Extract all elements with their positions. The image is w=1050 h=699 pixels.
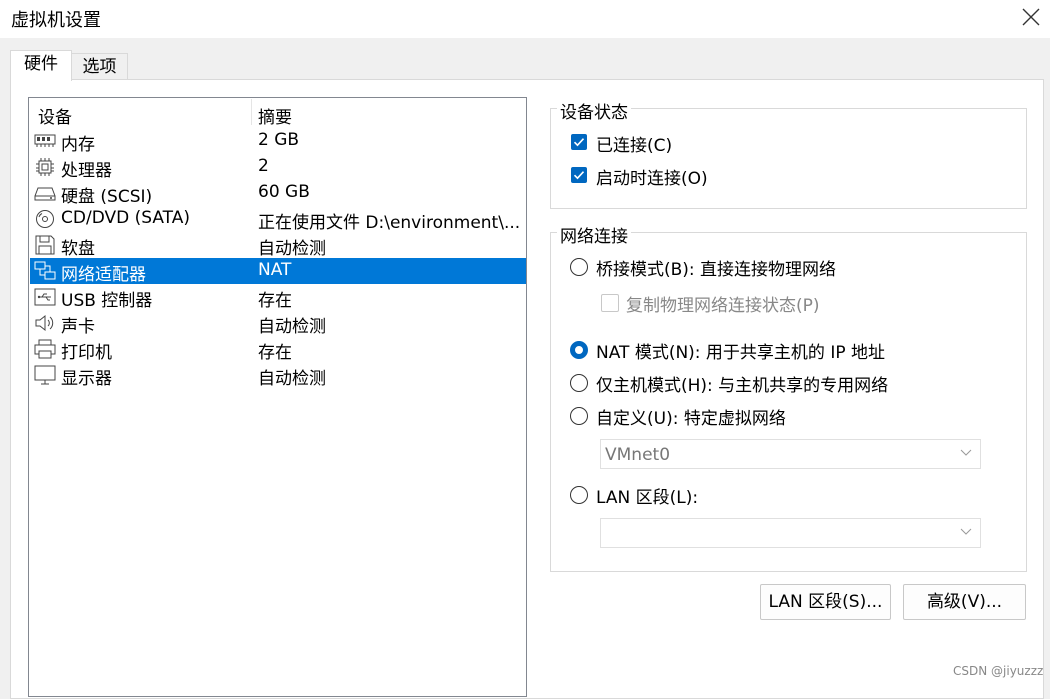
usb-icon: [34, 288, 56, 306]
close-button[interactable]: [1012, 0, 1050, 34]
device-name: 网络适配器: [61, 265, 146, 285]
device-name: USB 控制器: [61, 291, 153, 311]
monitor-icon: [34, 365, 56, 385]
device-summary: 存在: [258, 343, 292, 363]
window-title: 虚拟机设置: [11, 10, 101, 31]
cd-dvd-icon: [36, 210, 54, 228]
device-name: 显示器: [61, 369, 112, 389]
memory-icon: [34, 134, 56, 147]
harddisk-icon: [34, 187, 56, 201]
device-name: 内存: [61, 135, 95, 155]
host-only-label[interactable]: 仅主机模式(H): 与主机共享的专用网络: [596, 371, 888, 396]
chevron-down-icon: [960, 528, 972, 535]
floppy-icon: [35, 235, 55, 255]
lan-segments-button[interactable]: LAN 区段(S)...: [760, 584, 891, 620]
lan-segment-select[interactable]: [600, 518, 981, 548]
device-status-group: [550, 108, 1027, 209]
printer-icon: [34, 339, 56, 359]
custom-network-value: VMnet0: [605, 445, 671, 465]
close-icon: [1022, 8, 1040, 26]
device-summary: 60 GB: [258, 182, 310, 202]
advanced-button[interactable]: 高级(V)...: [903, 584, 1026, 620]
device-row-memory[interactable]: 内存 2 GB: [30, 128, 526, 155]
device-row-harddisk[interactable]: 硬盘 (SCSI) 60 GB: [30, 180, 526, 207]
device-row-processor[interactable]: 处理器 2: [30, 154, 526, 181]
column-header-summary[interactable]: 摘要: [258, 103, 292, 128]
check-icon: [573, 138, 585, 147]
nat-label[interactable]: NAT 模式(N): 用于共享主机的 IP 地址: [596, 338, 885, 363]
device-summary: NAT: [258, 260, 292, 280]
device-row-network-adapter[interactable]: 网络适配器 NAT: [30, 258, 526, 285]
custom-radio[interactable]: [570, 407, 588, 425]
device-summary: 自动检测: [258, 369, 326, 389]
device-row-floppy[interactable]: 软盘 自动检测: [30, 232, 526, 259]
host-only-radio[interactable]: [570, 374, 588, 392]
cpu-icon: [36, 158, 54, 176]
device-name: CD/DVD (SATA): [61, 208, 190, 228]
device-row-printer[interactable]: 打印机 存在: [30, 336, 526, 363]
network-connection-title: 网络连接: [557, 222, 631, 247]
device-name: 硬盘 (SCSI): [61, 187, 153, 207]
custom-network-select[interactable]: VMnet0: [600, 439, 981, 469]
device-row-cd-dvd[interactable]: CD/DVD (SATA) 正在使用文件 D:\environment\...: [30, 206, 526, 233]
tab-hardware[interactable]: 硬件: [10, 50, 72, 81]
device-name: 声卡: [61, 317, 95, 337]
device-summary: 2: [258, 156, 269, 176]
bridged-label[interactable]: 桥接模式(B): 直接连接物理网络: [596, 255, 836, 280]
device-name: 打印机: [61, 343, 112, 363]
device-name: 软盘: [61, 239, 95, 259]
device-summary: 存在: [258, 291, 292, 311]
device-summary: 2 GB: [258, 130, 300, 150]
device-summary: 正在使用文件 D:\environment\...: [258, 213, 520, 233]
device-row-display[interactable]: 显示器 自动检测: [30, 362, 526, 389]
nat-radio[interactable]: [570, 341, 588, 359]
device-row-usb[interactable]: USB 控制器 存在: [30, 284, 526, 311]
list-header: 设备 摘要: [29, 98, 526, 128]
device-status-title: 设备状态: [557, 98, 631, 123]
connected-label[interactable]: 已连接(C): [596, 131, 672, 156]
device-summary: 自动检测: [258, 239, 326, 259]
connect-at-power-on-checkbox[interactable]: [571, 167, 587, 183]
chevron-down-icon: [960, 449, 972, 456]
connect-at-power-on-label[interactable]: 启动时连接(O): [596, 164, 708, 189]
device-list[interactable]: 设备 摘要 内存 2 GB 处理器 2 硬盘 (SCSI) 60 GB CD/D…: [28, 97, 527, 697]
tab-options[interactable]: 选项: [72, 53, 128, 81]
lan-segment-label[interactable]: LAN 区段(L):: [596, 483, 698, 508]
connected-checkbox[interactable]: [571, 134, 587, 150]
device-row-sound[interactable]: 声卡 自动检测: [30, 310, 526, 337]
device-summary: 自动检测: [258, 317, 326, 337]
watermark: CSDN @jiyuzzz: [953, 664, 1044, 678]
check-icon: [573, 171, 585, 180]
replicate-state-label[interactable]: 复制物理网络连接状态(P): [626, 291, 820, 316]
lan-segment-radio[interactable]: [570, 486, 588, 504]
device-name: 处理器: [61, 161, 112, 181]
bridged-radio[interactable]: [570, 258, 588, 276]
speaker-icon: [35, 314, 54, 332]
network-adapter-icon: [34, 261, 56, 280]
custom-label[interactable]: 自定义(U): 特定虚拟网络: [596, 404, 786, 429]
replicate-state-checkbox[interactable]: [601, 294, 619, 312]
title-bar: 虚拟机设置: [0, 0, 1050, 38]
column-separator[interactable]: [251, 99, 252, 125]
column-header-device[interactable]: 设备: [38, 103, 72, 128]
